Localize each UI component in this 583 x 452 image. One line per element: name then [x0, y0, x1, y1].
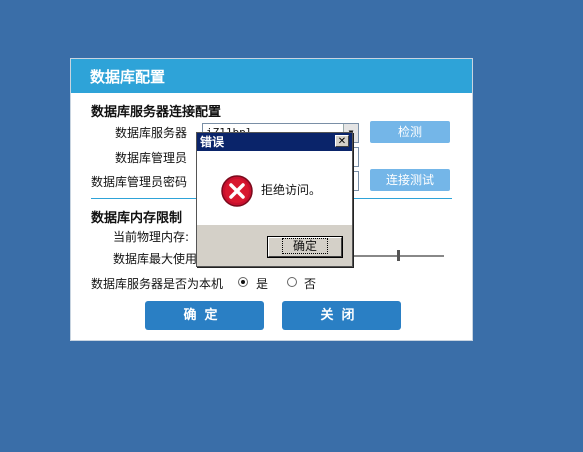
- physical-memory-label: 当前物理内存:: [113, 230, 190, 244]
- radio-yes[interactable]: [238, 277, 248, 287]
- radio-no-label[interactable]: 否: [304, 275, 316, 292]
- error-dialog: 错误 ✕ 拒绝访问。 确定: [196, 132, 353, 267]
- window-title: 数据库配置: [71, 59, 472, 93]
- memory-slider-thumb[interactable]: [397, 250, 400, 261]
- close-button[interactable]: 关闭: [282, 301, 401, 330]
- server-section-heading: 数据库服务器连接配置: [91, 105, 222, 120]
- error-icon: [221, 175, 253, 207]
- error-ok-button[interactable]: 确定: [267, 236, 343, 258]
- error-dialog-title-text: 错误: [200, 135, 225, 149]
- radio-yes-label[interactable]: 是: [256, 275, 268, 292]
- local-question-label: 数据库服务器是否为本机: [91, 277, 224, 291]
- radio-no[interactable]: [287, 277, 297, 287]
- error-message: 拒绝访问。: [261, 183, 322, 197]
- close-icon[interactable]: ✕: [335, 135, 349, 147]
- password-label: 数据库管理员密码: [91, 175, 188, 189]
- error-dialog-body: 拒绝访问。: [197, 151, 352, 225]
- error-dialog-title: 错误 ✕: [197, 133, 352, 151]
- server-label: 数据库服务器: [115, 126, 188, 140]
- ok-button[interactable]: 确定: [145, 301, 264, 330]
- admin-label: 数据库管理员: [115, 151, 188, 165]
- connect-test-button[interactable]: 连接测试: [370, 169, 450, 191]
- check-button[interactable]: 检测: [370, 121, 450, 143]
- max-usage-label: 数据库最大使用: [113, 252, 198, 266]
- error-ok-label: 确定: [281, 238, 328, 254]
- memory-section-heading: 数据库内存限制: [91, 211, 183, 226]
